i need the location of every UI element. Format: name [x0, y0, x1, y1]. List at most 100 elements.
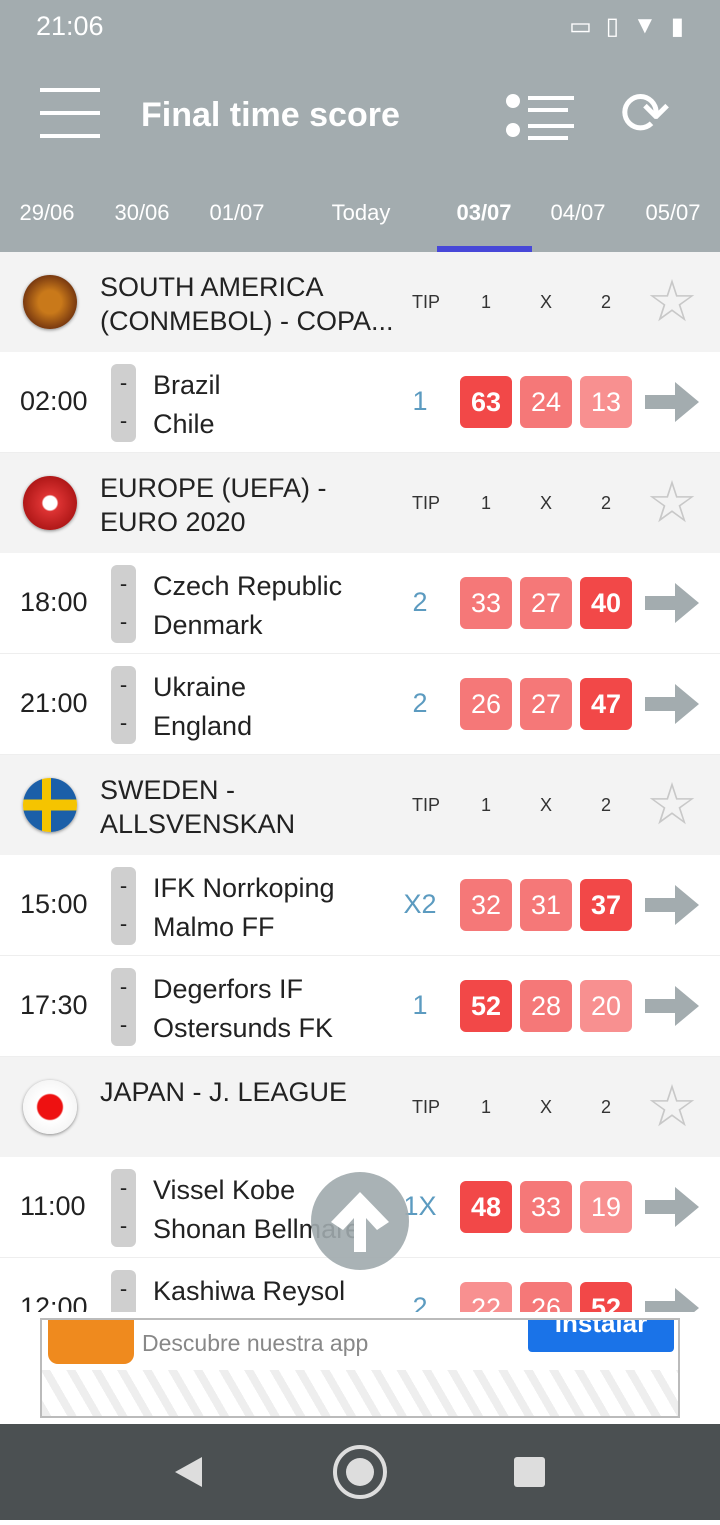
match-time: 21:00: [20, 688, 88, 718]
match-tip: 2: [412, 587, 428, 617]
score-placeholder: --: [111, 867, 136, 945]
probability-box: 20: [580, 980, 632, 1032]
ad-text: Descubre nuestra app: [142, 1330, 369, 1356]
probability-box: 26: [520, 1282, 572, 1312]
favorite-star-icon[interactable]: ☆: [646, 273, 698, 331]
score-placeholder: --: [111, 1169, 136, 1247]
favorite-star-icon[interactable]: ☆: [646, 776, 698, 834]
probability-box: 37: [580, 879, 632, 931]
league-flag-icon: [23, 778, 77, 832]
home-team: Degerfors IF: [153, 974, 304, 1004]
match-row[interactable]: 02:00 - - Brazil Chile 1 63 24 13: [0, 352, 720, 453]
arrow-right-icon[interactable]: [645, 885, 699, 925]
match-tip: 1: [412, 990, 428, 1020]
league-name: SWEDEN - ALLSVENSKAN: [100, 775, 296, 839]
probability-box: 24: [520, 376, 572, 428]
list-icon[interactable]: [504, 92, 576, 142]
match-row[interactable]: 15:00 - - IFK Norrkoping Malmo FF X2 32 31 37: [0, 855, 720, 956]
favorite-star-icon[interactable]: ☆: [646, 1078, 698, 1136]
tab-date[interactable]: 04/07: [550, 200, 605, 226]
arrow-right-icon[interactable]: [645, 583, 699, 623]
tab-date[interactable]: 03/07: [456, 200, 511, 226]
probability-box: 28: [520, 980, 572, 1032]
arrow-right-icon[interactable]: [645, 1187, 699, 1227]
column-x-label: X: [539, 795, 553, 815]
cast-icon: ▭: [569, 12, 592, 40]
league-name: EUROPE (UEFA) - EURO 2020: [100, 473, 327, 537]
arrow-right-icon[interactable]: [645, 684, 699, 724]
match-list[interactable]: SOUTH AMERICA (CONMEBOL) - COPA... TIP 1 X 2…: [0, 252, 720, 1312]
match-time: 18:00: [20, 587, 88, 617]
ad-banner[interactable]: Descubre nuestra app Instalar: [40, 1318, 680, 1418]
arrow-right-icon[interactable]: [645, 382, 699, 422]
column-x-label: X: [539, 493, 553, 513]
ad-app-logo: [48, 1320, 134, 1364]
column-one-label: 1: [480, 292, 492, 312]
score-placeholder: --: [111, 1270, 136, 1312]
match-time: 02:00: [20, 386, 88, 416]
probability-box: 22: [460, 1282, 512, 1312]
column-two-label: 2: [600, 292, 612, 312]
column-x-label: X: [539, 1097, 553, 1117]
probability-box: 27: [520, 678, 572, 730]
probability-box: 27: [520, 577, 572, 629]
home-icon[interactable]: [333, 1445, 387, 1499]
match-row[interactable]: 17:30 - - Degerfors IF Ostersunds FK 1 52 28 20: [0, 956, 720, 1057]
away-team: Malmo FF: [153, 912, 275, 942]
score-placeholder: --: [111, 666, 136, 744]
score-placeholder: --: [111, 968, 136, 1046]
favorite-star-icon[interactable]: ☆: [646, 474, 698, 532]
probability-box: 33: [460, 577, 512, 629]
refresh-icon[interactable]: ⟳: [620, 84, 670, 144]
arrow-right-icon[interactable]: [645, 1288, 699, 1312]
column-x-label: X: [539, 292, 553, 312]
ad-install-button[interactable]: Instalar: [528, 1320, 674, 1352]
league-header[interactable]: JAPAN - J. LEAGUE TIP 1 X 2 ☆: [0, 1057, 720, 1157]
battery-icon: ▮: [670, 12, 684, 40]
league-flag-icon: [23, 275, 77, 329]
wifi-icon: ▼: [633, 11, 657, 39]
tab-date[interactable]: 30/06: [114, 200, 169, 226]
score-placeholder: --: [111, 565, 136, 643]
probability-box: 26: [460, 678, 512, 730]
status-bar: 21:06 ▭ ▯ ▼ ▮: [0, 0, 720, 52]
match-row[interactable]: 21:00 - - Ukraine England 2 26 27 47: [0, 654, 720, 755]
probability-box: 13: [580, 376, 632, 428]
home-team: Czech Republic: [153, 571, 343, 601]
recents-icon[interactable]: [514, 1457, 545, 1487]
home-team: Brazil: [153, 370, 221, 400]
tab-date[interactable]: 05/07: [645, 200, 700, 226]
probability-box: 63: [460, 376, 512, 428]
column-tip-label: TIP: [411, 795, 441, 815]
probability-box: 48: [460, 1181, 512, 1233]
league-header[interactable]: EUROPE (UEFA) - EURO 2020 TIP 1 X 2 ☆: [0, 453, 720, 553]
scroll-top-button[interactable]: [311, 1172, 409, 1270]
league-flag-icon: [23, 1080, 77, 1134]
away-team: England: [153, 711, 253, 741]
probability-box: 31: [520, 879, 572, 931]
match-time: 11:00: [20, 1191, 86, 1221]
ad-map-image: [42, 1370, 678, 1416]
match-tip: 2: [412, 1292, 428, 1312]
column-tip-label: TIP: [411, 493, 441, 513]
menu-icon[interactable]: [40, 88, 100, 138]
probability-box: 32: [460, 879, 512, 931]
arrow-up-icon: [331, 1192, 389, 1252]
league-header[interactable]: SOUTH AMERICA (CONMEBOL) - COPA... TIP 1 X 2…: [0, 252, 720, 352]
tab-date[interactable]: Today: [332, 200, 391, 226]
match-tip: 1: [412, 386, 428, 416]
arrow-right-icon[interactable]: [645, 986, 699, 1026]
tab-date[interactable]: 29/06: [19, 200, 74, 226]
system-nav-bar: [0, 1424, 720, 1520]
league-header[interactable]: SWEDEN - ALLSVENSKAN TIP 1 X 2 ☆: [0, 755, 720, 855]
league-name: JAPAN - J. LEAGUE: [100, 1077, 348, 1107]
match-time: 17:30: [20, 990, 88, 1020]
column-two-label: 2: [600, 1097, 612, 1117]
tab-date[interactable]: 01/07: [209, 200, 264, 226]
probability-box: 33: [520, 1181, 572, 1233]
home-team: Kashiwa Reysol: [153, 1276, 346, 1306]
probability-box: 52: [580, 1282, 632, 1312]
match-row[interactable]: 18:00 - - Czech Republic Denmark 2 33 27 40: [0, 553, 720, 654]
match-tip: X2: [403, 889, 437, 919]
back-icon[interactable]: [175, 1457, 202, 1487]
